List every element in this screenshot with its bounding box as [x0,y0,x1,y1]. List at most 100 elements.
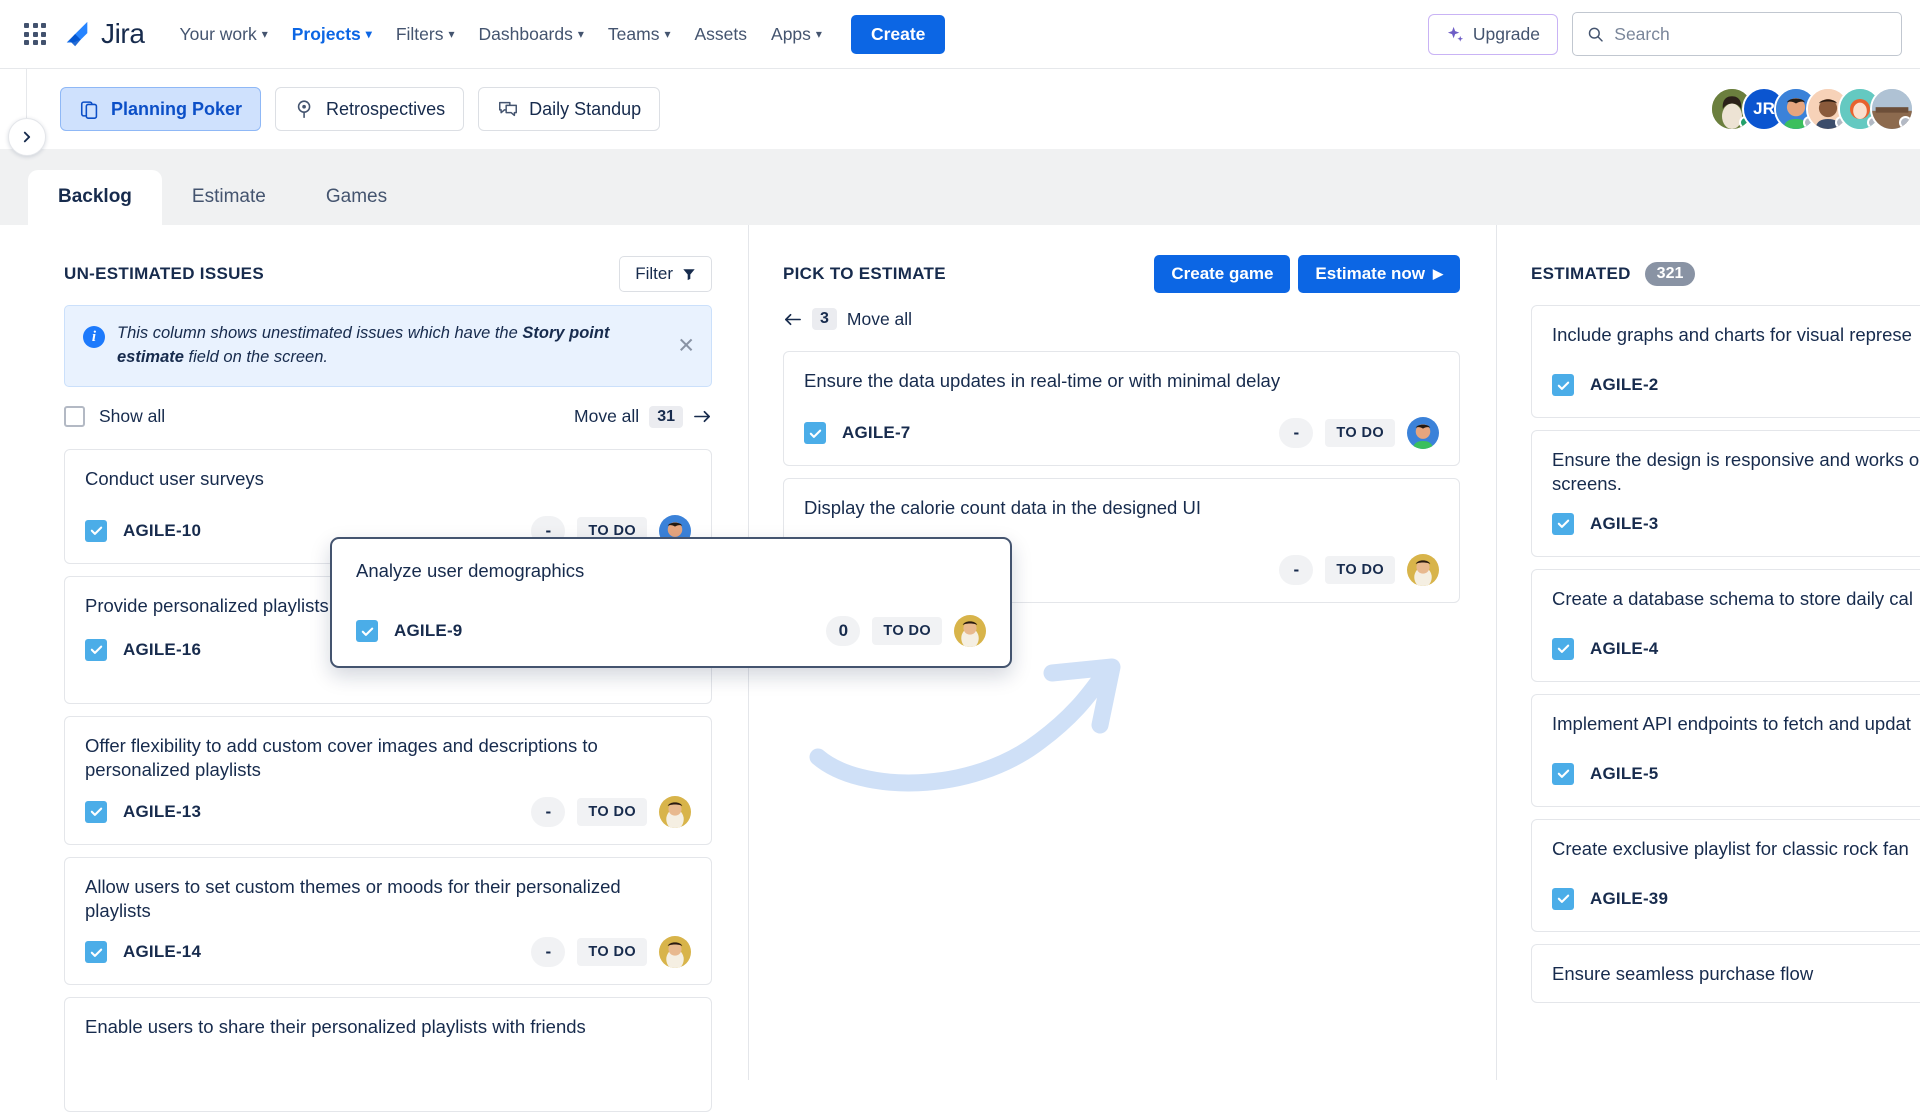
chevron-right-icon [23,131,31,143]
column-header: PICK TO ESTIMATE Create game Estimate no… [783,255,1460,293]
app-tab-planning-poker[interactable]: Planning Poker [60,87,262,131]
issue-type-checkbox-icon[interactable] [85,941,107,964]
nav-item-filters[interactable]: Filters ▾ [385,17,466,52]
issue-type-checkbox-icon[interactable] [85,519,107,542]
nav-item-your-work[interactable]: Your work ▾ [169,17,279,52]
issue-title: Create a database schema to store daily … [1552,587,1913,609]
nav-item-assets[interactable]: Assets [683,17,758,52]
issue-key[interactable]: AGILE-3 [1590,514,1658,534]
create-game-button[interactable]: Create game [1154,255,1291,293]
column-title: UN-ESTIMATED ISSUES [64,264,264,283]
status-badge[interactable]: TO DO [1325,419,1395,447]
assignee-avatar[interactable] [1407,554,1439,586]
status-badge[interactable]: TO DO [872,617,942,645]
filter-button[interactable]: Filter [619,256,712,292]
nav-item-dashboards[interactable]: Dashboards ▾ [468,17,595,52]
story-point-badge[interactable]: 0 [826,616,861,646]
status-badge[interactable]: TO DO [1325,556,1395,584]
magnifier-icon [297,100,311,119]
issue-key[interactable]: AGILE-39 [1590,889,1668,909]
tab-estimate[interactable]: Estimate [162,170,296,225]
issue-title: Display the calorie count data in the de… [804,497,1201,518]
issue-key[interactable]: AGILE-16 [123,640,201,660]
app-tab-group: Planning Poker Retrospectives Daily Stan… [60,87,661,131]
move-all-back-button[interactable]: 3 Move all [783,305,1460,333]
nav-item-projects[interactable]: Projects ▾ [281,17,383,52]
issue-type-checkbox-icon[interactable] [1552,762,1574,785]
issue-title: Create exclusive playlist for classic ro… [1552,837,1909,859]
search-box[interactable] [1572,12,1902,56]
assignee-avatar[interactable] [659,936,691,969]
issue-key[interactable]: AGILE-2 [1590,375,1658,395]
app-tab-retrospectives[interactable]: Retrospectives [275,87,465,131]
tab-games[interactable]: Games [296,170,417,225]
jira-logo-icon [66,21,88,47]
avatar-image [1407,417,1439,449]
issue-meta: - TO DO [531,936,691,969]
issue-card[interactable]: Ensure the data updates in real-time or … [783,351,1460,466]
issue-key[interactable]: AGILE-9 [394,621,462,641]
story-point-badge[interactable]: - [531,796,566,827]
jira-logo[interactable]: Jira [62,18,145,50]
upgrade-button[interactable]: Upgrade [1427,13,1558,55]
issue-key[interactable]: AGILE-14 [123,942,201,962]
nav-item-label: Filters [395,23,444,44]
tab-backlog[interactable]: Backlog [28,170,162,225]
story-point-badge[interactable]: - [1279,418,1314,448]
issue-card[interactable]: Allow users to set custom themes or mood… [64,856,712,986]
issue-type-checkbox-icon[interactable] [85,638,107,661]
issue-type-checkbox-icon[interactable] [85,800,107,823]
column-title: PICK TO ESTIMATE [783,264,946,283]
avatar[interactable] [1870,87,1914,131]
apps-grid-icon[interactable] [18,17,52,51]
issue-card[interactable]: Ensure seamless purchase flow [1531,943,1920,1003]
search-icon [1588,27,1603,42]
issue-key[interactable]: AGILE-7 [842,423,910,443]
chat-bubbles-icon [499,101,518,117]
sidebar-expand-button[interactable] [8,118,46,156]
issue-title: Include graphs and charts for visual rep… [1552,324,1912,345]
move-all-button[interactable]: Move all 31 [574,405,712,428]
nav-item-apps[interactable]: Apps ▾ [760,17,833,52]
app-tab-daily-standup[interactable]: Daily Standup [478,87,661,131]
close-icon[interactable]: ✕ [677,335,695,356]
search-input[interactable] [1614,23,1887,45]
issue-card[interactable]: Implement API endpoints to fetch and upd… [1531,693,1920,807]
issue-key[interactable]: AGILE-4 [1590,639,1658,659]
dragged-issue-card[interactable]: Analyze user demographics AGILE-9 0 TO D… [330,537,1012,668]
issue-card[interactable]: Create exclusive playlist for classic ro… [1531,818,1920,932]
issue-key[interactable]: AGILE-5 [1590,764,1658,784]
nav-item-teams[interactable]: Teams ▾ [597,17,682,52]
create-button[interactable]: Create [850,14,946,54]
story-point-badge[interactable]: - [1279,555,1314,585]
issue-card[interactable]: Create a database schema to store daily … [1531,568,1920,682]
assignee-avatar[interactable] [954,615,986,647]
issue-type-checkbox-icon[interactable] [1552,887,1574,910]
move-all-count: 3 [812,308,837,330]
issue-key[interactable]: AGILE-13 [123,802,201,822]
status-badge[interactable]: TO DO [577,797,647,826]
issue-card[interactable]: Ensure the design is responsive and work… [1531,430,1920,557]
issue-type-checkbox-icon[interactable] [804,422,826,444]
issue-card-footer [85,1062,691,1096]
show-all-checkbox[interactable] [64,406,85,428]
issue-type-checkbox-icon[interactable] [1552,512,1574,535]
issue-card[interactable]: Enable users to share their personalized… [64,997,712,1112]
issue-card[interactable]: Offer flexibility to add custom cover im… [64,715,712,845]
brand-name: Jira [101,18,145,49]
issue-title: Ensure the design is responsive and work… [1552,449,1920,495]
issue-card[interactable]: Include graphs and charts for visual rep… [1531,305,1920,418]
assignee-avatar[interactable] [659,795,691,828]
column-actions: Create game Estimate now ▶ [1154,255,1460,293]
story-point-badge[interactable]: - [531,937,566,968]
issue-type-checkbox-icon[interactable] [356,620,378,642]
issue-type-checkbox-icon[interactable] [1552,637,1574,660]
info-icon: i [83,326,105,348]
issue-type-checkbox-icon[interactable] [1552,374,1574,396]
assignee-avatar[interactable] [1407,417,1439,449]
issue-key[interactable]: AGILE-10 [123,521,201,541]
issue-card-footer: AGILE-7 - TO DO [804,416,1439,450]
estimate-now-button[interactable]: Estimate now ▶ [1298,255,1460,293]
nav-item-label: Apps [771,23,811,44]
status-badge[interactable]: TO DO [577,938,647,967]
